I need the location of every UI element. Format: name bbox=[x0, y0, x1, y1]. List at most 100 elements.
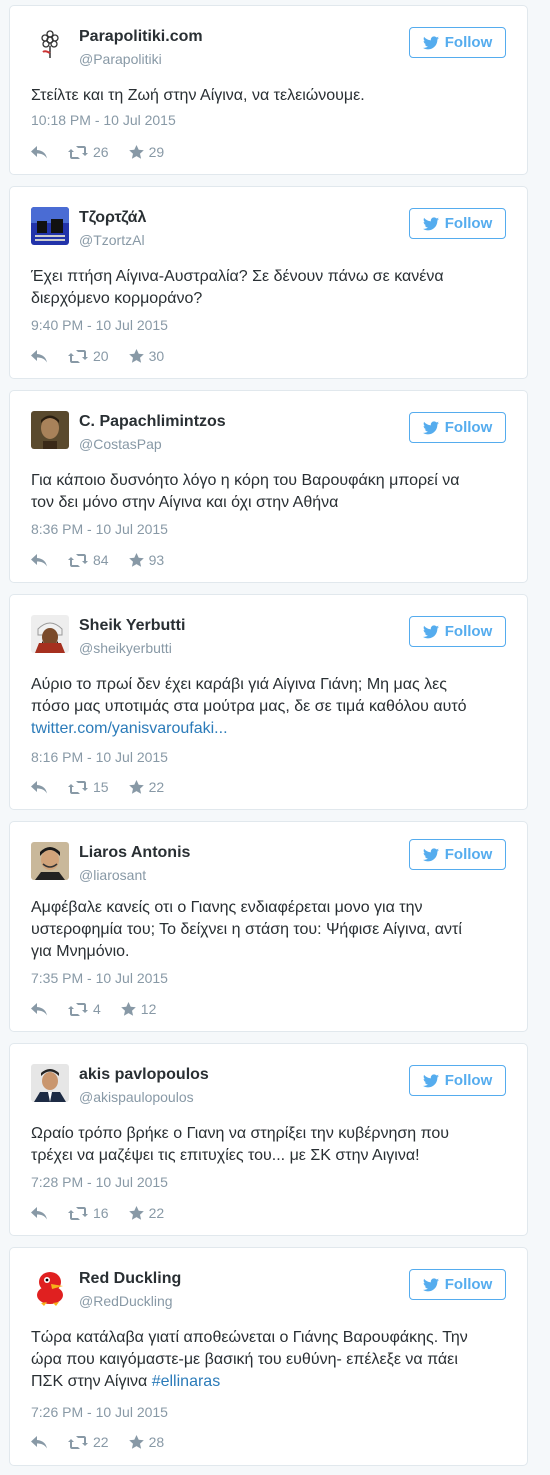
retweet-icon bbox=[68, 145, 88, 159]
retweet-count: 16 bbox=[93, 1205, 109, 1221]
twitter-bird-icon bbox=[422, 35, 439, 49]
user-handle[interactable]: @liarosant bbox=[79, 867, 146, 883]
tweet-text-line: Αμφέβαλε κανείς οτι ο Γιανης ενδιαφέρετα… bbox=[31, 899, 423, 916]
star-icon bbox=[128, 1435, 144, 1449]
skates-avatar-icon[interactable] bbox=[31, 207, 69, 245]
follow-button[interactable]: Follow bbox=[409, 1269, 506, 1300]
tweet-card: Sheik Yerbutti @sheikyerbutti Follow Αύρ… bbox=[9, 594, 528, 810]
reply-icon bbox=[31, 1002, 47, 1015]
reply-icon bbox=[31, 1206, 47, 1219]
user-name[interactable]: Liaros Antonis bbox=[79, 844, 190, 862]
tweet-text: Στείλτε και τη Ζωή στην Αίγινα, να τελει… bbox=[31, 85, 506, 107]
follow-label: Follow bbox=[444, 215, 493, 232]
tweet-actions: 20 30 bbox=[31, 347, 184, 365]
tweet-card: Parapolitiki.com @Parapolitiki Follow Στ… bbox=[9, 5, 528, 175]
sheik-avatar-icon[interactable] bbox=[31, 615, 69, 653]
retweet-button[interactable]: 26 bbox=[68, 144, 109, 160]
favorite-button[interactable]: 12 bbox=[120, 1001, 157, 1017]
reply-button[interactable] bbox=[31, 145, 48, 159]
retweet-icon bbox=[68, 349, 88, 363]
follow-button[interactable]: Follow bbox=[409, 208, 506, 239]
flower-logo-icon[interactable] bbox=[31, 26, 69, 64]
favorite-button[interactable]: 93 bbox=[128, 552, 164, 568]
tweet-text-line: για Μνημόνιο. bbox=[31, 943, 130, 960]
tweet-text-line: Για κάποιο δυσνόητο λόγο η κόρη του Βαρο… bbox=[31, 472, 460, 489]
retweet-button[interactable]: 20 bbox=[68, 348, 109, 364]
duck-avatar-icon[interactable] bbox=[31, 1268, 69, 1306]
tweet-link[interactable]: twitter.com/yanisvaroufaki... bbox=[31, 720, 228, 737]
user-handle[interactable]: @Parapolitiki bbox=[79, 51, 162, 67]
tweet-card: Red Duckling @RedDuckling Follow Τώρα κα… bbox=[9, 1247, 528, 1466]
retweet-count: 84 bbox=[93, 552, 109, 568]
reply-button[interactable] bbox=[31, 1435, 48, 1449]
tweet-text: Έχει πτήση Αίγινα-Αυστραλία? Σε δένουν π… bbox=[31, 266, 506, 310]
retweet-count: 22 bbox=[93, 1434, 109, 1450]
favorite-button[interactable]: 22 bbox=[128, 779, 164, 795]
twitter-bird-icon bbox=[422, 420, 439, 434]
follow-button[interactable]: Follow bbox=[409, 616, 506, 647]
retweet-button[interactable]: 4 bbox=[68, 1001, 101, 1017]
star-icon bbox=[128, 145, 144, 159]
reply-button[interactable] bbox=[31, 1206, 48, 1220]
favorite-count: 28 bbox=[148, 1434, 165, 1450]
user-name[interactable]: C. Papachlimintzos bbox=[79, 413, 226, 431]
tweet-timestamp[interactable]: 8:16 PM - 10 Jul 2015 bbox=[31, 749, 168, 765]
tweet-text-line: τρέχει να μαζέψει τις επιτυχίες του... μ… bbox=[31, 1147, 420, 1164]
user-name[interactable]: Parapolitiki.com bbox=[79, 28, 203, 46]
user-name[interactable]: Τζορτζάλ bbox=[79, 209, 146, 227]
retweet-button[interactable]: 15 bbox=[68, 779, 109, 795]
user-handle[interactable]: @sheikyerbutti bbox=[79, 640, 172, 656]
user-handle[interactable]: @akispaulopoulos bbox=[79, 1089, 194, 1105]
reply-icon bbox=[31, 1435, 47, 1448]
reply-button[interactable] bbox=[31, 349, 48, 363]
tweet-text: Αύριο το πρωί δεν έχει καράβι γιά Αίγινα… bbox=[31, 674, 506, 740]
reply-button[interactable] bbox=[31, 1002, 48, 1016]
tweet-timestamp[interactable]: 7:28 PM - 10 Jul 2015 bbox=[31, 1174, 168, 1190]
favorite-button[interactable]: 30 bbox=[128, 348, 164, 364]
favorite-count: 22 bbox=[148, 1205, 165, 1221]
follow-button[interactable]: Follow bbox=[409, 27, 506, 58]
tweet-text: Για κάποιο δυσνόητο λόγο η κόρη του Βαρο… bbox=[31, 470, 506, 514]
follow-button[interactable]: Follow bbox=[409, 839, 506, 870]
tweet-text-line: ώρα που καιγόμαστε-με βασική του ευθύνη-… bbox=[31, 1351, 458, 1368]
user-name[interactable]: akis pavlopoulos bbox=[79, 1066, 209, 1084]
hashtag-link[interactable]: #ellinaras bbox=[152, 1373, 220, 1390]
tweet-text-line: Ωραίο τρόπο βρήκε ο Γιανη να στηρίξει τη… bbox=[31, 1125, 450, 1142]
favorite-button[interactable]: 28 bbox=[128, 1434, 165, 1450]
user-handle[interactable]: @TzortzAl bbox=[79, 232, 145, 248]
retweet-icon bbox=[68, 780, 88, 794]
tweet-timestamp[interactable]: 10:18 PM - 10 Jul 2015 bbox=[31, 112, 176, 128]
tweet-timestamp[interactable]: 8:36 PM - 10 Jul 2015 bbox=[31, 521, 168, 537]
follow-button[interactable]: Follow bbox=[409, 412, 506, 443]
tweet-text-line: Στείλτε και τη Ζωή στην Αίγινα, να τελει… bbox=[31, 87, 365, 104]
tweet-text: Αμφέβαλε κανείς οτι ο Γιανης ενδιαφέρετα… bbox=[31, 897, 506, 963]
tweet-actions: 15 22 bbox=[31, 778, 184, 796]
tweet-text-line: Τώρα κατάλαβα γιατί αποθεώνεται ο Γιάνης… bbox=[31, 1329, 468, 1346]
favorite-button[interactable]: 22 bbox=[128, 1205, 165, 1221]
follow-button[interactable]: Follow bbox=[409, 1065, 506, 1096]
user-handle[interactable]: @CostasPap bbox=[79, 436, 162, 452]
retweet-icon bbox=[68, 1206, 88, 1220]
star-icon bbox=[128, 1206, 144, 1220]
person-avatar-icon[interactable] bbox=[31, 842, 69, 880]
tweet-timestamp[interactable]: 7:35 PM - 10 Jul 2015 bbox=[31, 970, 168, 986]
user-name[interactable]: Sheik Yerbutti bbox=[79, 617, 185, 635]
retweet-button[interactable]: 22 bbox=[68, 1434, 109, 1450]
reply-button[interactable] bbox=[31, 553, 48, 567]
twitter-bird-icon bbox=[422, 1277, 439, 1291]
user-name[interactable]: Red Duckling bbox=[79, 1270, 181, 1288]
person-avatar-icon[interactable] bbox=[31, 411, 69, 449]
person-avatar-icon[interactable] bbox=[31, 1064, 69, 1102]
tweet-timestamp[interactable]: 9:40 PM - 10 Jul 2015 bbox=[31, 317, 168, 333]
tweet-timestamp[interactable]: 7:26 PM - 10 Jul 2015 bbox=[31, 1404, 168, 1420]
favorite-count: 12 bbox=[140, 1001, 157, 1017]
favorite-button[interactable]: 29 bbox=[128, 144, 164, 160]
user-handle[interactable]: @RedDuckling bbox=[79, 1293, 173, 1309]
star-icon bbox=[128, 349, 144, 363]
tweet-text-line: Έχει πτήση Αίγινα-Αυστραλία? Σε δένουν π… bbox=[31, 268, 444, 285]
follow-label: Follow bbox=[444, 419, 493, 436]
retweet-button[interactable]: 16 bbox=[68, 1205, 109, 1221]
reply-icon bbox=[31, 349, 47, 362]
retweet-button[interactable]: 84 bbox=[68, 552, 109, 568]
reply-button[interactable] bbox=[31, 780, 48, 794]
